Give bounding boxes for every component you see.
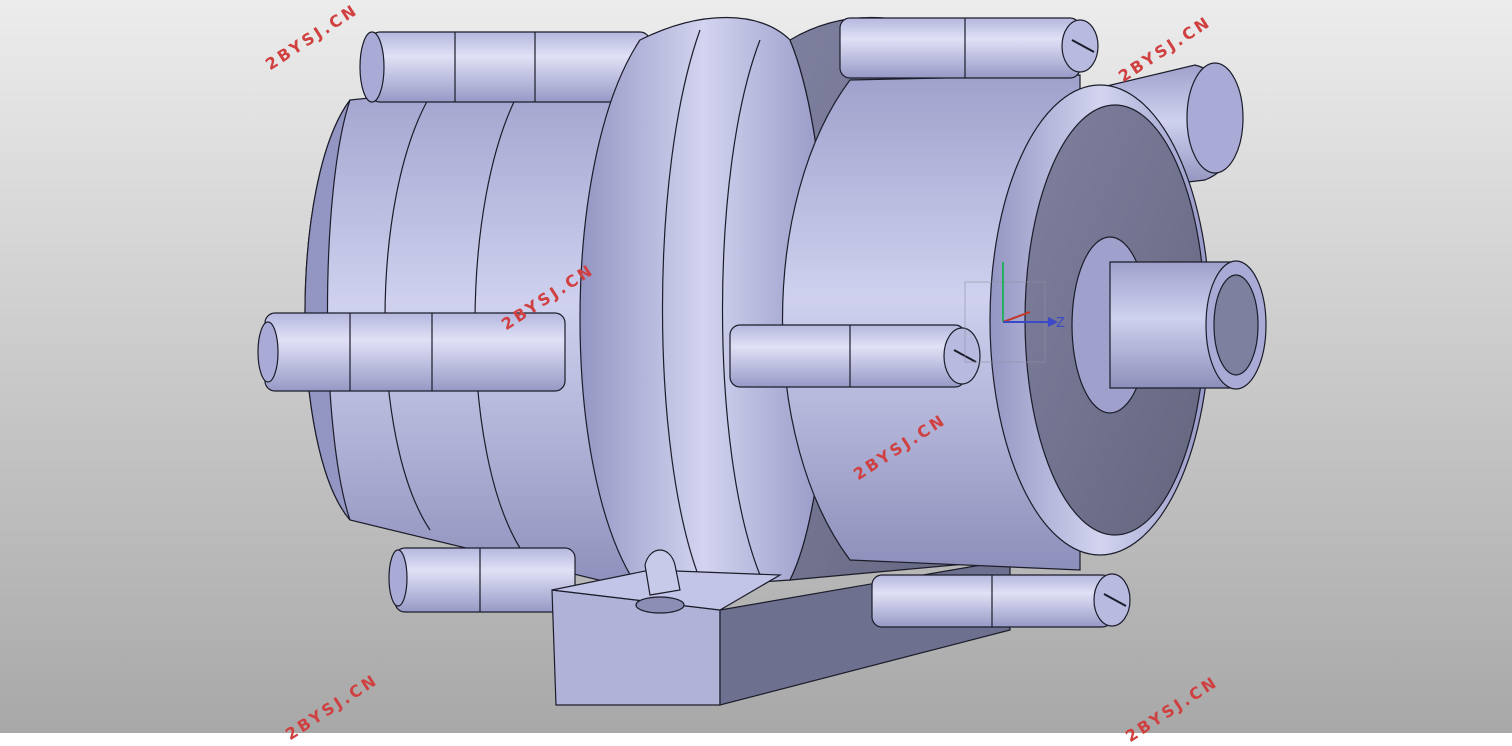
z-axis-label: Z xyxy=(1056,316,1065,331)
rear-bolt-top xyxy=(359,31,651,103)
pump-model-scene[interactable]: Z xyxy=(0,0,1512,733)
rear-bolt-bottom xyxy=(388,547,576,613)
cad-3d-viewport[interactable]: Z 2BYSJ.CN 2BYSJ.CN 2BYSJ.CN 2BYSJ.CN 2B… xyxy=(0,0,1512,746)
front-bolt-top xyxy=(839,17,1099,79)
front-bolt-middle xyxy=(729,324,981,388)
front-bolt-bottom xyxy=(871,573,1131,628)
rear-bolt-middle xyxy=(257,312,566,392)
mounting-hole xyxy=(635,596,685,614)
inlet-pipe[interactable] xyxy=(1071,236,1267,414)
